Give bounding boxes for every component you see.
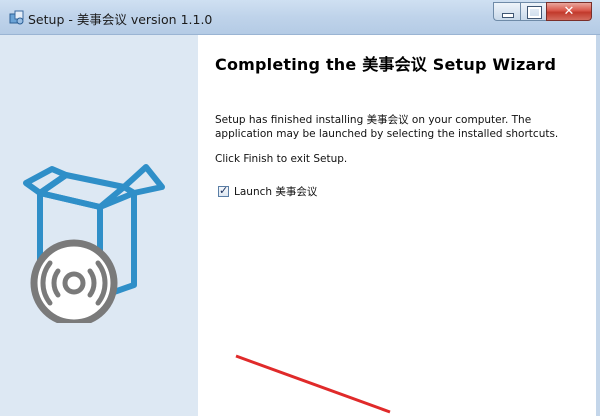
page-title: Completing the 美事会议 Setup Wizard — [215, 55, 557, 74]
checkmark-icon: ✓ — [219, 184, 229, 197]
minimize-icon — [502, 13, 514, 18]
red-arrow-icon — [235, 354, 391, 414]
completion-message: Setup has finished installing 美事会议 on yo… — [215, 114, 559, 140]
wizard-side-panel — [0, 35, 198, 416]
launch-checkbox[interactable]: ✓ — [218, 184, 229, 197]
installer-box-disc-icon — [23, 164, 165, 323]
finish-instruction: Click Finish to exit Setup. — [215, 153, 348, 165]
setup-app-icon — [9, 10, 24, 25]
title-bar[interactable]: Setup - 美事会议 version 1.1.0 ✕ — [0, 0, 600, 35]
minimize-button[interactable] — [493, 2, 520, 21]
launch-checkbox-label[interactable]: Launch 美事会议 — [234, 184, 317, 199]
close-button[interactable]: ✕ — [546, 2, 592, 21]
window-title: Setup - 美事会议 version 1.1.0 — [28, 12, 213, 27]
close-icon: ✕ — [563, 4, 575, 19]
maximize-button[interactable] — [520, 2, 546, 21]
launch-option[interactable]: ✓ Launch 美事会议 — [218, 184, 317, 199]
maximize-icon — [527, 6, 542, 19]
window-right-border — [596, 35, 600, 416]
